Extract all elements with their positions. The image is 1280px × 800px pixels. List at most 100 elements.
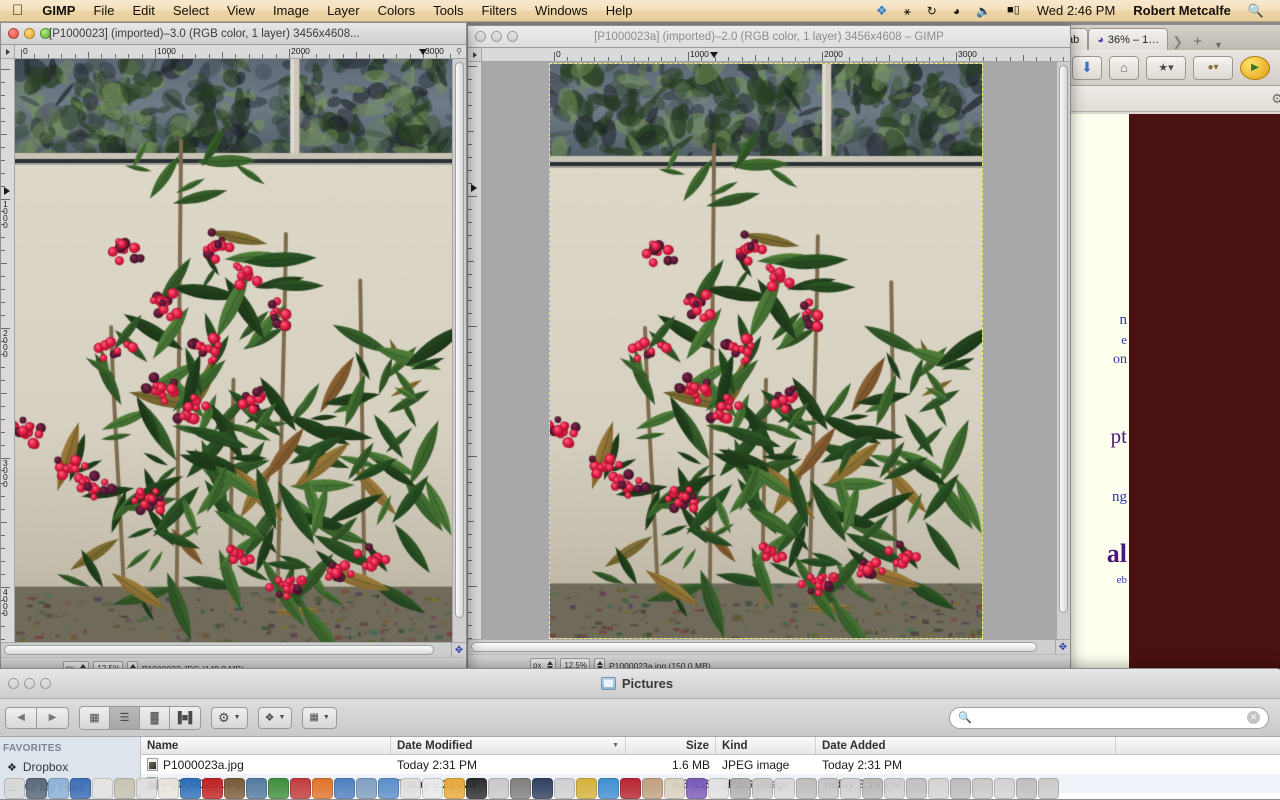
- dock-item[interactable]: [1016, 778, 1037, 799]
- finder-view-mode-segment[interactable]: ▦ ☰ ▓ ▐■▌: [79, 706, 201, 730]
- window-controls[interactable]: [468, 31, 518, 42]
- menu-item-filters[interactable]: Filters: [473, 0, 526, 22]
- menu-item-colors[interactable]: Colors: [369, 0, 425, 22]
- window-controls[interactable]: [1, 28, 51, 39]
- arrange-button[interactable]: ▦ ▼: [302, 707, 336, 729]
- dropbox-icon[interactable]: ❖: [868, 4, 896, 17]
- zoom-button[interactable]: [507, 31, 518, 42]
- back-arrow-icon[interactable]: ◀: [5, 707, 37, 729]
- minimize-button[interactable]: [491, 31, 502, 42]
- finder-nav-group[interactable]: ◀ ▶: [5, 707, 69, 729]
- browser-toolbar[interactable]: ⬇ ⌂ ★▾ ●▾ ▶: [1064, 50, 1280, 86]
- dock-item[interactable]: [400, 778, 421, 799]
- dock-item[interactable]: [950, 778, 971, 799]
- dock-item[interactable]: [928, 778, 949, 799]
- dock-item[interactable]: [224, 778, 245, 799]
- dock-item[interactable]: [422, 778, 443, 799]
- column-view-button[interactable]: ▓: [140, 707, 170, 729]
- gimp2-horizontal-scrollbar[interactable]: [468, 639, 1055, 654]
- home-icon[interactable]: ⌂: [1109, 56, 1139, 80]
- search-input[interactable]: 🔍 ✕: [949, 707, 1269, 729]
- dock-item[interactable]: [642, 778, 663, 799]
- dock-item[interactable]: [48, 778, 69, 799]
- image-canvas-photo[interactable]: [550, 64, 982, 638]
- dock-item[interactable]: [620, 778, 641, 799]
- finder-column-headers[interactable]: Name Date Modified ▼ Size Kind Date Adde…: [141, 737, 1280, 755]
- menu-item-windows[interactable]: Windows: [526, 0, 597, 22]
- browser-tab-active[interactable]: ◕ 36% – 1…: [1088, 28, 1168, 50]
- finder-titlebar[interactable]: Pictures: [0, 669, 1280, 699]
- sidebar-item-dropbox[interactable]: ❖ Dropbox: [0, 757, 140, 777]
- column-header-name[interactable]: Name: [141, 737, 391, 754]
- plus-icon[interactable]: +: [1187, 33, 1208, 50]
- zoom-button[interactable]: [40, 678, 51, 689]
- gimp1-horizontal-scrollbar[interactable]: [1, 642, 451, 657]
- action-gear-button[interactable]: ⚙ ▼: [211, 707, 248, 729]
- finder-toolbar[interactable]: ◀ ▶ ▦ ☰ ▓ ▐■▌ ⚙ ▼ ❖ ▼ ▦ ▼ 🔍 ✕: [0, 699, 1280, 737]
- close-button[interactable]: [8, 678, 19, 689]
- menu-item-image[interactable]: Image: [264, 0, 318, 22]
- navigation-preview-button[interactable]: ✥: [451, 642, 466, 657]
- list-view-button[interactable]: ☰: [110, 707, 140, 729]
- dock-item[interactable]: [1038, 778, 1059, 799]
- icon-view-button[interactable]: ▦: [80, 707, 110, 729]
- gimp2-horizontal-ruler[interactable]: 0 1000 2000 3000: [482, 48, 1070, 62]
- window-controls[interactable]: [1, 678, 51, 689]
- menu-bar-username[interactable]: Robert Metcalfe: [1124, 3, 1240, 18]
- dock-item[interactable]: [774, 778, 795, 799]
- menu-item-file[interactable]: File: [84, 0, 123, 22]
- dock-item[interactable]: [752, 778, 773, 799]
- battery-icon[interactable]: ■▯: [999, 5, 1028, 16]
- dock-item[interactable]: [510, 778, 531, 799]
- menu-bar-clock[interactable]: Wed 2:46 PM: [1028, 3, 1125, 18]
- dock-item[interactable]: [576, 778, 597, 799]
- menu-item-select[interactable]: Select: [164, 0, 218, 22]
- gimp-window-2[interactable]: [P1000023a] (imported)–2.0 (RGB color, 1…: [467, 25, 1071, 677]
- zoom-image-button[interactable]: ⚲: [452, 45, 466, 59]
- column-header-kind[interactable]: Kind: [716, 737, 816, 754]
- gimp1-vertical-scrollbar[interactable]: [452, 59, 466, 642]
- wifi-icon[interactable]: ◕: [945, 5, 968, 17]
- bluetooth-icon[interactable]: ⚹: [896, 5, 919, 17]
- gear-icon[interactable]: ⚙: [1271, 91, 1280, 107]
- dock-item[interactable]: [70, 778, 91, 799]
- gimp1-ruler-origin[interactable]: [1, 45, 15, 59]
- chevron-right-icon[interactable]: ❯: [1168, 34, 1187, 50]
- timemachine-icon[interactable]: ↻: [919, 5, 945, 17]
- dock-item[interactable]: [554, 778, 575, 799]
- dock-item[interactable]: [136, 778, 157, 799]
- dock-item[interactable]: [972, 778, 993, 799]
- gimp1-vertical-ruler[interactable]: 1000 2000 3000 4000: [1, 59, 15, 642]
- column-header-size[interactable]: Size: [626, 737, 716, 754]
- minimize-button[interactable]: [24, 28, 35, 39]
- dock-item[interactable]: [488, 778, 509, 799]
- menu-item-tools[interactable]: Tools: [424, 0, 472, 22]
- gimp1-horizontal-ruler[interactable]: 0 1000 2000 3000: [15, 45, 452, 59]
- spotlight-search-icon[interactable]: 🔍: [1240, 4, 1272, 17]
- zoom-button[interactable]: [40, 28, 51, 39]
- table-row[interactable]: P1000023a.jpg Today 2:31 PM 1.6 MB JPEG …: [141, 755, 1280, 774]
- apple-logo-icon[interactable]: : [12, 3, 23, 18]
- download-arrow-icon[interactable]: ⬇: [1072, 56, 1102, 80]
- dock-item[interactable]: [202, 778, 223, 799]
- dropbox-button[interactable]: ❖ ▼: [258, 707, 293, 729]
- image-canvas-photo[interactable]: [15, 59, 452, 642]
- dock-item[interactable]: [268, 778, 289, 799]
- dock-item[interactable]: [818, 778, 839, 799]
- dock-item[interactable]: [4, 778, 25, 799]
- menu-bar-status-area[interactable]: ❖ ⚹ ↻ ◕ 🔈 ■▯ Wed 2:46 PM Robert Metcalfe…: [868, 3, 1280, 18]
- forward-arrow-icon[interactable]: ▶: [37, 707, 69, 729]
- dock-item[interactable]: [356, 778, 377, 799]
- close-button[interactable]: [8, 28, 19, 39]
- dock-item[interactable]: [26, 778, 47, 799]
- volume-icon[interactable]: 🔈: [968, 5, 999, 17]
- dock-item[interactable]: [532, 778, 553, 799]
- gimp2-vertical-scrollbar[interactable]: [1056, 62, 1070, 639]
- dock-item[interactable]: [730, 778, 751, 799]
- minimize-button[interactable]: [24, 678, 35, 689]
- addons-icon[interactable]: ●▾: [1193, 56, 1233, 80]
- dock-item[interactable]: [664, 778, 685, 799]
- dock-item[interactable]: [92, 778, 113, 799]
- dock-item[interactable]: [444, 778, 465, 799]
- dock-item[interactable]: [312, 778, 333, 799]
